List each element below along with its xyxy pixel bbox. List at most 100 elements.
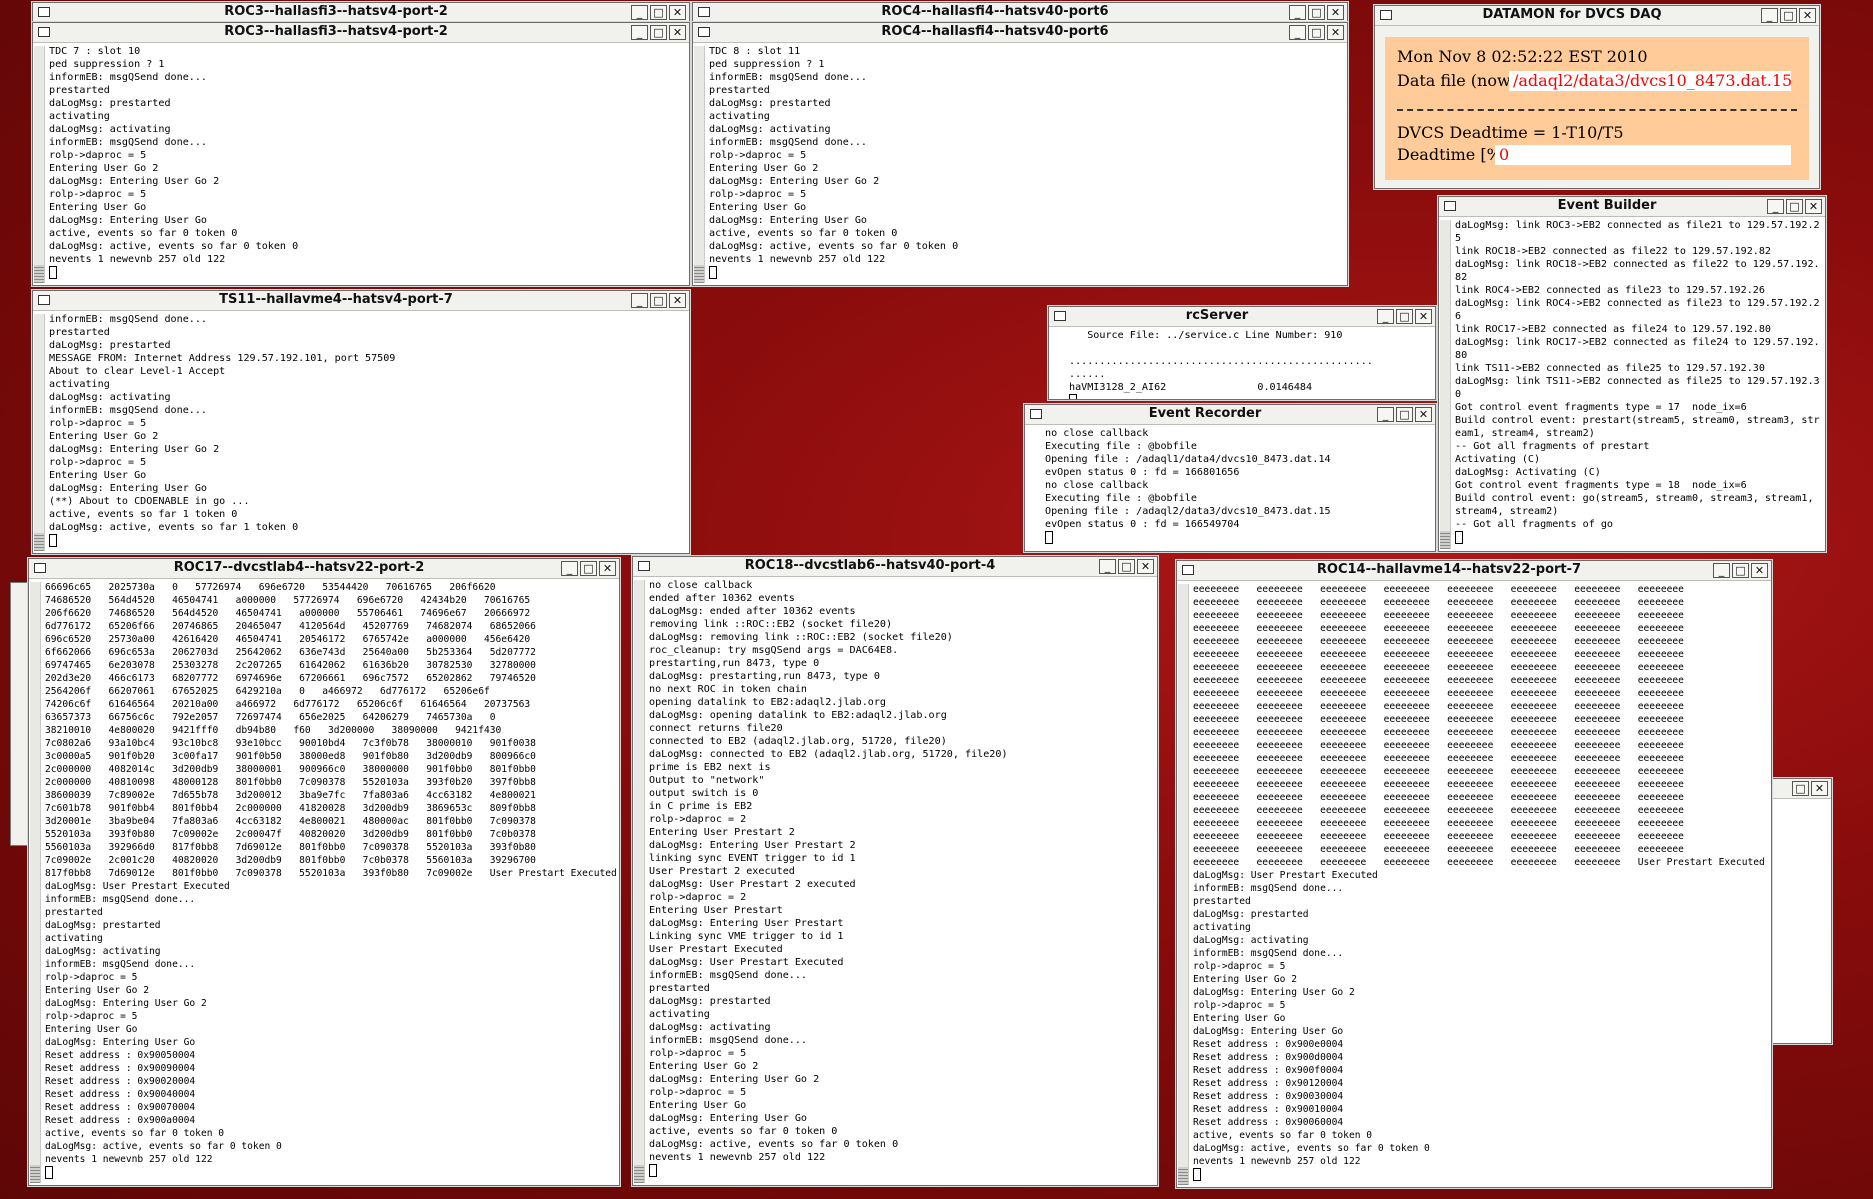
scrollbar-thumb[interactable] [634, 1165, 644, 1183]
scrollbar-thumb[interactable] [1178, 1167, 1188, 1185]
deadtime-formula: DVCS Deadtime = 1-T10/T5 [1397, 123, 1624, 142]
titlebar[interactable]: DATAMON for DVCS DAQ _ □ ✕ [1375, 6, 1819, 26]
titlebar[interactable]: ROC14--hallavme14--hatsv22-port-7 _ □ ✕ [1177, 561, 1771, 581]
window-roc14[interactable]: ROC14--hallavme14--hatsv22-port-7 _ □ ✕ ee… [1176, 560, 1772, 1188]
minimize-button[interactable]: _ [1713, 563, 1730, 578]
scrollbar-thumb[interactable] [694, 265, 704, 283]
titlebar[interactable]: ROC17--dvcstlab4--hatsv22-port-2 _ □ ✕ [29, 559, 619, 579]
window-event-builder[interactable]: Event Builder _ □ ✕ daLogMsg: link ROC3->E… [1438, 196, 1826, 552]
minimize-button[interactable]: _ [1761, 8, 1778, 23]
window-menu-icon[interactable] [638, 561, 650, 571]
titlebar[interactable]: ROC4--hallasfi4--hatsv40-port6 _ □ ✕ [693, 3, 1347, 23]
scrollbar[interactable] [634, 580, 645, 1183]
window-roc17[interactable]: ROC17--dvcstlab4--hatsv22-port-2 _ □ ✕ 666… [28, 558, 620, 1186]
window-title: ROC3--hallasfi3--hatsv4-port-2 [224, 24, 448, 39]
close-button[interactable]: ✕ [669, 5, 686, 20]
titlebar[interactable]: Event Builder _ □ ✕ [1439, 197, 1825, 217]
close-button[interactable]: ✕ [1327, 5, 1344, 20]
terminal-area[interactable]: daLogMsg: link ROC3->EB2 connected as fi… [1439, 218, 1825, 551]
close-button[interactable]: ✕ [1415, 309, 1432, 324]
terminal-area[interactable]: 66696c65 2025730a 0 57726974 696e6720 53… [29, 580, 619, 1185]
window-menu-icon[interactable] [38, 27, 50, 37]
window-menu-icon[interactable] [1054, 311, 1066, 321]
close-button[interactable]: ✕ [599, 561, 616, 576]
window-menu-icon[interactable] [698, 27, 710, 37]
terminal-area[interactable]: eeeeeeee eeeeeeee eeeeeeee eeeeeeee eeee… [1177, 582, 1771, 1187]
scrollbar[interactable] [1178, 584, 1189, 1185]
terminal-area[interactable]: Source File: ../service.c Line Number: 9… [1049, 328, 1435, 399]
close-button[interactable]: ✕ [1415, 407, 1432, 422]
window-rcserver[interactable]: rcServer _ □ ✕ Source File: ../service.c L… [1048, 306, 1436, 400]
scrollbar-thumb[interactable] [34, 265, 44, 283]
minimize-button[interactable]: _ [1377, 407, 1394, 422]
titlebar[interactable]: TS11--hallavme4--hatsv4-port-7 _ □ ✕ [33, 291, 689, 311]
titlebar[interactable]: ROC18--dvcstlab6--hatsv40-port-4 _ □ ✕ [633, 557, 1157, 577]
close-button[interactable]: ✕ [669, 25, 686, 40]
window-roc18[interactable]: ROC18--dvcstlab6--hatsv40-port-4 _ □ ✕ no … [632, 556, 1158, 1186]
window-roc4[interactable]: ROC4--hallasfi4--hatsv40-port6 _ □ ✕ TDC 8… [692, 22, 1348, 286]
maximize-button[interactable]: □ [1780, 8, 1797, 23]
window-menu-icon[interactable] [34, 563, 46, 573]
maximize-button[interactable]: □ [1118, 559, 1135, 574]
scrollbar[interactable] [34, 46, 45, 283]
titlebar[interactable]: ROC3--hallasfi3--hatsv4-port-2 _ □ ✕ [33, 3, 689, 23]
titlebar[interactable]: ROC4--hallasfi4--hatsv40-port6 _ □ ✕ [693, 23, 1347, 43]
window-datamon[interactable]: DATAMON for DVCS DAQ _ □ ✕ Mon Nov 8 02:52… [1374, 5, 1820, 189]
minimize-button[interactable]: _ [631, 293, 648, 308]
scrollbar[interactable] [30, 582, 41, 1183]
window-menu-icon[interactable] [38, 7, 50, 17]
maximize-button[interactable]: □ [1396, 309, 1413, 324]
window-menu-icon[interactable] [1182, 565, 1194, 575]
maximize-button[interactable]: □ [1732, 563, 1749, 578]
close-button[interactable]: ✕ [669, 293, 686, 308]
window-menu-icon[interactable] [1030, 409, 1042, 419]
titlebar[interactable]: ROC3--hallasfi3--hatsv4-port-2 _ □ ✕ [33, 23, 689, 43]
close-button[interactable]: ✕ [1799, 8, 1816, 23]
scrollbar[interactable] [34, 314, 45, 551]
maximize-button[interactable]: □ [580, 561, 597, 576]
maximize-button[interactable]: □ [1308, 5, 1325, 20]
scrollbar[interactable] [694, 46, 705, 283]
maximize-button[interactable]: □ [650, 5, 667, 20]
maximize-button[interactable]: □ [650, 293, 667, 308]
maximize-button[interactable]: □ [1786, 199, 1803, 214]
minimize-button[interactable]: _ [631, 5, 648, 20]
maximize-button[interactable]: □ [1308, 25, 1325, 40]
window-hidden-right[interactable]: □ ✕ [1770, 778, 1832, 1044]
scrollbar[interactable] [1440, 220, 1451, 549]
window-menu-icon[interactable] [38, 295, 50, 305]
titlebar[interactable]: rcServer _ □ ✕ [1049, 307, 1435, 327]
close-button[interactable]: ✕ [1805, 199, 1822, 214]
maximize-button[interactable]: □ [1396, 407, 1413, 422]
minimize-button[interactable]: _ [1099, 559, 1116, 574]
minimize-button[interactable]: _ [561, 561, 578, 576]
titlebar[interactable]: Event Recorder _ □ ✕ [1025, 405, 1435, 425]
window-event-recorder[interactable]: Event Recorder _ □ ✕ no close callback Exe… [1024, 404, 1436, 552]
window-menu-icon[interactable] [1380, 10, 1392, 20]
scrollbar-thumb[interactable] [1440, 531, 1450, 549]
terminal-area[interactable]: no close callback ended after 10362 even… [633, 578, 1157, 1185]
scrollbar-thumb[interactable] [30, 1165, 40, 1183]
minimize-button[interactable]: _ [1377, 309, 1394, 324]
close-button[interactable]: ✕ [1137, 559, 1154, 574]
close-button[interactable]: ✕ [1327, 25, 1344, 40]
close-button[interactable]: ✕ [1811, 781, 1828, 796]
minimize-button[interactable]: _ [1767, 199, 1784, 214]
minimize-button[interactable]: _ [1289, 5, 1306, 20]
maximize-button[interactable]: □ [650, 25, 667, 40]
datafile-label: Data file (now) [1397, 71, 1517, 90]
minimize-button[interactable]: _ [631, 25, 648, 40]
terminal-area[interactable]: TDC 8 : slot 11 ped suppression ? 1 info… [693, 44, 1347, 285]
terminal-area[interactable]: TDC 7 : slot 10 ped suppression ? 1 info… [33, 44, 689, 285]
terminal-area[interactable]: informEB: msgQSend done... prestarted da… [33, 312, 689, 553]
window-menu-icon[interactable] [1444, 201, 1456, 211]
window-ts11[interactable]: TS11--hallavme4--hatsv4-port-7 _ □ ✕ infor… [32, 290, 690, 554]
terminal-area[interactable]: no close callback Executing file : @bobf… [1025, 426, 1435, 551]
titlebar[interactable]: □ ✕ [1771, 779, 1831, 799]
scrollbar-thumb[interactable] [34, 533, 44, 551]
window-menu-icon[interactable] [698, 7, 710, 17]
window-roc3[interactable]: ROC3--hallasfi3--hatsv4-port-2 _ □ ✕ TDC 7… [32, 22, 690, 286]
minimize-button[interactable]: _ [1289, 25, 1306, 40]
maximize-button[interactable]: □ [1792, 781, 1809, 796]
close-button[interactable]: ✕ [1751, 563, 1768, 578]
